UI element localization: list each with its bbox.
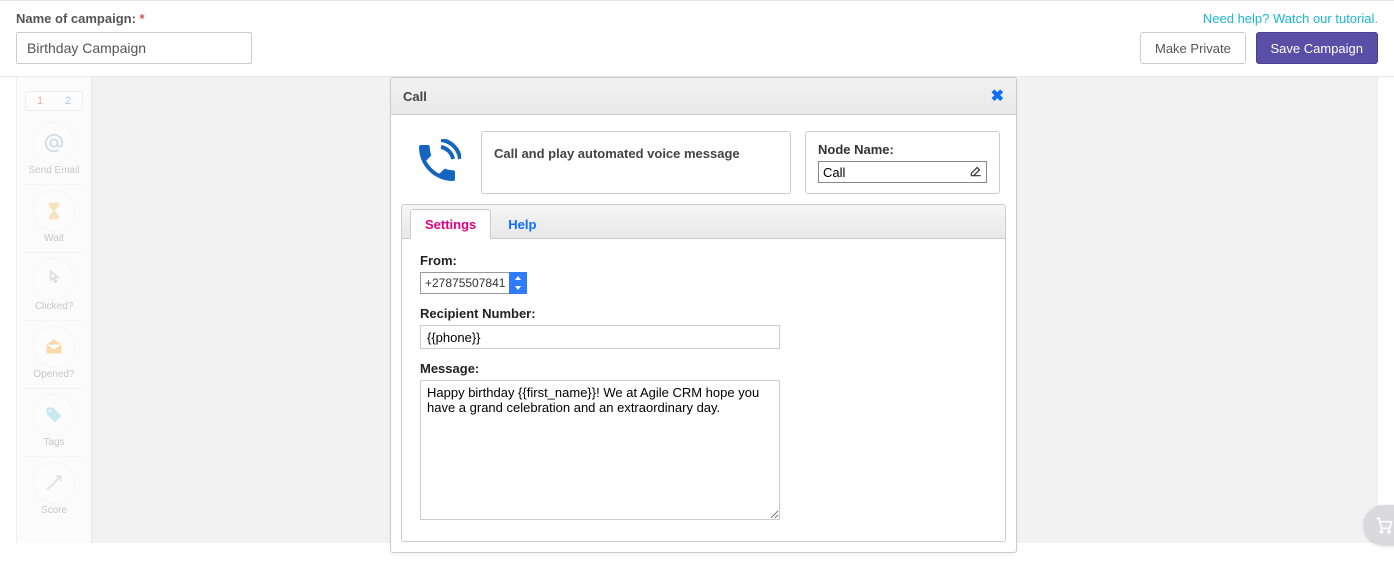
campaign-name-label: Name of campaign: * (16, 11, 145, 26)
pointer-icon (34, 259, 74, 299)
palette-item-score[interactable]: Score (23, 457, 85, 524)
call-node-dialog: Call ✖ Call and play automated voice mes… (390, 77, 1017, 553)
palette-item-wait[interactable]: Wait (23, 185, 85, 253)
message-textarea[interactable] (420, 380, 780, 520)
dialog-description: Call and play automated voice message (481, 131, 791, 194)
palette-tabs[interactable]: 1 2 (25, 91, 83, 111)
recipient-number-input[interactable] (420, 325, 780, 349)
required-asterisk: * (140, 11, 145, 26)
recipient-label: Recipient Number: (420, 306, 987, 321)
node-palette: 1 2 Send Email Wait Clicked? (17, 77, 92, 543)
page-header: Name of campaign: * Need help? Watch our… (0, 1, 1394, 77)
from-select-value: +27875507841 (420, 272, 509, 294)
palette-tab-2[interactable]: 2 (54, 92, 82, 110)
palette-item-label: Opened? (23, 369, 85, 380)
call-icon (407, 131, 467, 194)
palette-item-label: Send Email (23, 165, 85, 176)
message-label: Message: (420, 361, 987, 376)
node-name-input[interactable] (818, 161, 987, 183)
palette-item-label: Wait (23, 233, 85, 244)
dialog-tabs: Settings Help (402, 205, 1005, 239)
hourglass-icon (34, 191, 74, 231)
tag-icon (34, 395, 74, 435)
make-private-button[interactable]: Make Private (1140, 32, 1246, 64)
palette-item-clicked[interactable]: Clicked? (23, 253, 85, 321)
palette-item-opened[interactable]: Opened? (23, 321, 85, 389)
from-select[interactable]: +27875507841 (420, 272, 527, 294)
at-icon (34, 123, 74, 163)
tutorial-link[interactable]: Need help? Watch our tutorial. (1140, 11, 1378, 26)
palette-item-label: Clicked? (23, 301, 85, 312)
palette-tab-1[interactable]: 1 (26, 92, 54, 110)
palette-item-tags[interactable]: Tags (23, 389, 85, 457)
workflow-canvas: 1 2 Send Email Wait Clicked? (16, 77, 1378, 543)
tab-help[interactable]: Help (493, 209, 551, 239)
tab-settings[interactable]: Settings (410, 209, 491, 239)
wand-icon (34, 463, 74, 503)
edit-icon[interactable] (969, 164, 983, 181)
palette-item-label: Tags (23, 437, 85, 448)
campaign-name-input[interactable] (16, 32, 252, 64)
save-campaign-button[interactable]: Save Campaign (1256, 32, 1379, 64)
dropdown-arrows-icon[interactable] (509, 272, 527, 294)
node-name-label: Node Name: (818, 142, 987, 157)
envelope-open-icon (34, 327, 74, 367)
from-label: From: (420, 253, 987, 268)
dialog-title: Call (403, 89, 427, 104)
node-name-box: Node Name: (805, 131, 1000, 194)
palette-item-send-email[interactable]: Send Email (23, 117, 85, 185)
close-icon[interactable]: ✖ (991, 86, 1004, 106)
palette-item-label: Score (23, 505, 85, 516)
